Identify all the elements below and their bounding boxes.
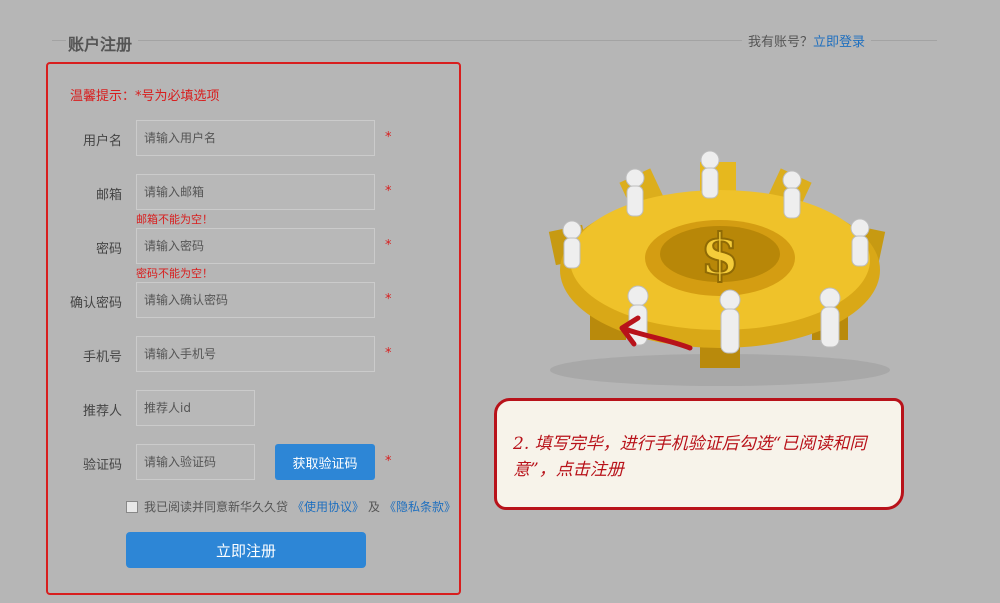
required-tip: 温馨提示：*号为必填选项 <box>70 89 220 104</box>
phone-label: 手机号 <box>82 350 122 365</box>
instruction-note: 2. 填写完毕，进行手机验证后勾选“已阅读和同意”，点击注册 <box>494 398 904 510</box>
required-mark: * <box>385 346 392 361</box>
agree-checkbox[interactable] <box>126 500 138 513</box>
confirm-password-input[interactable] <box>136 282 375 318</box>
privacy-link[interactable]: 《隐私条款》 <box>384 498 456 515</box>
password-label: 密码 <box>95 242 122 257</box>
email-label: 邮箱 <box>95 188 122 203</box>
agreement-and: 及 <box>368 500 381 514</box>
required-mark: * <box>385 130 392 145</box>
register-button[interactable]: 立即注册 <box>126 532 366 568</box>
password-error: 密码不能为空！ <box>136 267 213 280</box>
get-code-button[interactable]: 获取验证码 <box>275 444 375 480</box>
captcha-input[interactable] <box>136 444 255 480</box>
terms-link[interactable]: 《使用协议》 <box>292 498 364 515</box>
required-mark: * <box>385 454 392 469</box>
dollar-icon: $ <box>701 222 740 288</box>
page-title: 账户注册 <box>66 31 139 55</box>
login-link[interactable]: 立即登录 <box>813 35 865 50</box>
username-label: 用户名 <box>82 134 122 149</box>
agreement-row: 我已阅读并同意新华久久贷 《使用协议》 及 《隐私条款》 <box>126 498 456 515</box>
referrer-label: 推荐人 <box>82 404 122 419</box>
captcha-label: 验证码 <box>82 458 122 473</box>
email-input[interactable] <box>136 174 375 210</box>
referrer-input[interactable] <box>136 390 255 426</box>
phone-input[interactable] <box>136 336 375 372</box>
password-input[interactable] <box>136 228 375 264</box>
login-prompt: 我有账号？ <box>748 35 814 50</box>
required-mark: * <box>385 292 392 307</box>
confirm-password-label: 确认密码 <box>69 296 122 311</box>
login-hint: 我有账号？立即登录 <box>742 31 872 50</box>
username-input[interactable] <box>136 120 375 156</box>
email-error: 邮箱不能为空！ <box>136 213 213 226</box>
gear-dollar-illustration: $ <box>548 150 890 386</box>
required-mark: * <box>385 184 392 199</box>
required-mark: * <box>385 238 392 253</box>
instruction-text: 2. 填写完毕，进行手机验证后勾选“已阅读和同意”，点击注册 <box>513 434 867 480</box>
agreement-text: 我已阅读并同意新华久久贷 <box>144 500 289 514</box>
register-form: 温馨提示：*号为必填选项 用户名 * 邮箱 * 邮箱不能为空！ 密码 * 密码不… <box>46 62 461 595</box>
